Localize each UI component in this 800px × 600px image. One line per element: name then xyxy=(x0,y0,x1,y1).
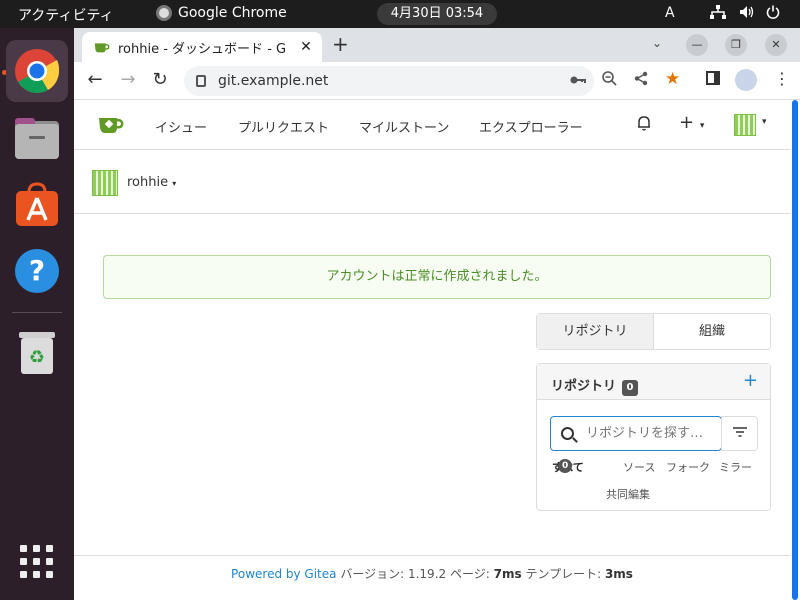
new-tab-button[interactable]: + xyxy=(332,32,349,56)
notification-bell-icon[interactable] xyxy=(637,115,651,135)
dock-help[interactable]: ? xyxy=(6,240,68,302)
nav-explore[interactable]: エクスプローラー xyxy=(479,117,583,136)
template-time-label: テンプレート: xyxy=(525,567,602,581)
volume-icon[interactable] xyxy=(739,5,755,23)
svg-text:?: ? xyxy=(29,254,45,287)
context-user-switcher[interactable]: rohhie ▾ xyxy=(127,175,176,190)
browser-toolbar: ← → ↻ git.example.net ★ ⋮ xyxy=(74,62,800,100)
files-icon xyxy=(15,118,59,159)
back-button[interactable]: ← xyxy=(84,69,106,91)
version-value: 1.19.2 xyxy=(407,567,447,581)
maximize-button[interactable]: ❐ xyxy=(725,34,747,56)
share-icon[interactable] xyxy=(634,71,648,90)
filter-icon xyxy=(732,427,747,437)
powered-by-gitea-link[interactable]: Powered by Gitea xyxy=(231,567,336,581)
context-user-avatar[interactable] xyxy=(92,170,118,196)
profile-avatar[interactable] xyxy=(735,69,757,91)
create-plus-dropdown[interactable]: + ▾ xyxy=(679,112,704,133)
chrome-icon xyxy=(15,49,60,93)
url-text: git.example.net xyxy=(218,73,329,89)
page-footer: Powered by Gitea バージョン: 1.19.2 ページ: 7ms … xyxy=(74,555,790,600)
forward-button[interactable]: → xyxy=(117,69,139,91)
app-menu[interactable]: Google Chrome xyxy=(156,5,287,21)
dock-chrome[interactable] xyxy=(6,40,68,102)
dock-app-center[interactable] xyxy=(6,174,68,236)
new-repo-plus-icon[interactable]: + xyxy=(743,370,758,391)
nav-issues[interactable]: イシュー xyxy=(155,117,207,136)
template-time-value: 3ms xyxy=(604,567,633,581)
gitea-page: イシュー プルリクエスト マイルストーン エクスプローラー + ▾ ▾ rohh… xyxy=(74,100,790,600)
filter-mirrors[interactable]: ミラー xyxy=(719,459,752,475)
nav-pull-requests[interactable]: プルリクエスト xyxy=(238,117,329,136)
help-icon: ? xyxy=(15,249,59,293)
repo-panel-header: リポジトリ 0 + xyxy=(537,364,770,400)
user-menu-chevron-down-icon[interactable]: ▾ xyxy=(762,117,767,127)
gitea-favicon xyxy=(94,43,110,53)
gitea-logo-icon[interactable] xyxy=(98,114,124,134)
search-icon xyxy=(561,427,574,440)
repo-search-input[interactable] xyxy=(586,426,706,441)
zoom-icon[interactable] xyxy=(602,71,617,90)
menu-kebab-icon[interactable]: ⋮ xyxy=(774,69,790,88)
page-time-label: ページ: xyxy=(449,567,490,581)
close-tab-icon[interactable]: ✕ xyxy=(296,39,316,55)
tab-repositories[interactable]: リポジトリ xyxy=(537,314,654,349)
filter-forks[interactable]: フォーク xyxy=(666,459,710,475)
dashboard-tabs: リポジトリ 組織 xyxy=(536,313,771,350)
svg-text:♻: ♻ xyxy=(29,347,45,368)
show-apps-icon[interactable] xyxy=(20,545,54,579)
reload-button[interactable]: ↻ xyxy=(149,69,171,91)
tab-title: rohhie - ダッシュボード - G xyxy=(118,41,287,57)
page-time-value: 7ms xyxy=(493,567,522,581)
app-name: Google Chrome xyxy=(178,5,287,21)
system-top-bar: アクティビティ Google Chrome 4月30日 03:54 A xyxy=(0,0,800,28)
tab-strip: rohhie - ダッシュボード - G ✕ + ⌄ — ❐ ✕ xyxy=(74,28,800,62)
filter-sources[interactable]: ソース xyxy=(623,459,655,475)
key-icon[interactable] xyxy=(570,71,586,89)
dock: ? ♻ xyxy=(0,28,74,600)
filter-button[interactable] xyxy=(721,416,758,451)
dock-separator xyxy=(12,312,62,313)
chrome-icon xyxy=(156,5,172,21)
close-window-button[interactable]: ✕ xyxy=(765,34,787,56)
repo-search-box[interactable] xyxy=(550,416,722,451)
dock-files[interactable] xyxy=(6,108,68,170)
gitea-navbar: イシュー プルリクエスト マイルストーン エクスプローラー + ▾ ▾ xyxy=(74,100,790,150)
input-method-indicator[interactable]: A xyxy=(665,5,675,21)
minimize-button[interactable]: — xyxy=(686,34,708,56)
network-icon[interactable] xyxy=(710,5,726,23)
clock[interactable]: 4月30日 03:54 xyxy=(377,3,497,25)
activities-button[interactable]: アクティビティ xyxy=(18,5,114,25)
repo-list-panel: リポジトリ0 + すべて0 ソース フォーク ミラー 共同編集 xyxy=(536,363,771,511)
browser-tab[interactable]: rohhie - ダッシュボード - G ✕ xyxy=(82,32,322,62)
dock-trash[interactable]: ♻ xyxy=(6,322,68,384)
tab-organizations[interactable]: 組織 xyxy=(654,314,770,349)
side-panel-icon[interactable] xyxy=(706,71,720,89)
flash-success-message: アカウントは正常に作成されました。 xyxy=(103,255,771,299)
trash-icon: ♻ xyxy=(19,332,55,374)
nav-milestones[interactable]: マイルストーン xyxy=(359,117,449,136)
version-label: バージョン: xyxy=(340,567,405,581)
repo-panel-title: リポジトリ 0 xyxy=(551,375,639,396)
user-avatar[interactable] xyxy=(734,114,756,136)
bookmark-star-icon[interactable]: ★ xyxy=(665,69,680,89)
context-user-header: rohhie ▾ xyxy=(74,150,790,214)
page-scrollbar[interactable] xyxy=(792,100,798,600)
repo-count-badge: 0 xyxy=(622,380,639,396)
app-center-icon xyxy=(16,182,58,226)
tab-search-icon[interactable]: ⌄ xyxy=(652,36,662,50)
lock-icon[interactable] xyxy=(196,75,206,87)
browser-window: rohhie - ダッシュボード - G ✕ + ⌄ — ❐ ✕ ← → ↻ g… xyxy=(74,28,800,600)
power-icon[interactable] xyxy=(766,5,780,23)
filter-collaborative[interactable]: 共同編集 xyxy=(606,486,650,502)
address-bar[interactable]: git.example.net xyxy=(184,66,594,96)
